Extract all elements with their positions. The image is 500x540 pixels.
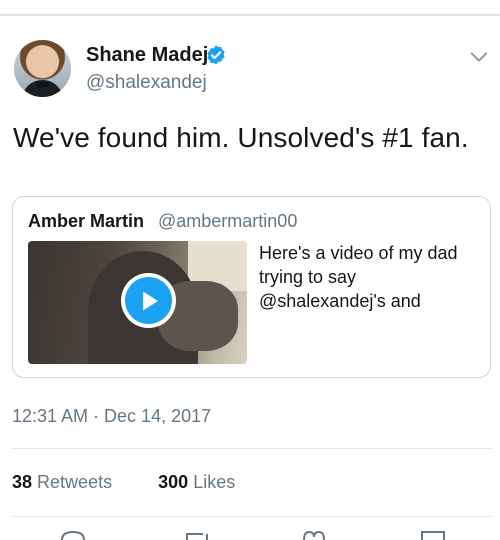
play-button-circle <box>125 277 172 324</box>
chevron-down-icon[interactable] <box>468 46 490 68</box>
divider <box>12 516 492 517</box>
quoted-tweet-text: Here's a video of my dad trying to say @… <box>259 241 485 313</box>
reply-icon[interactable] <box>60 530 86 540</box>
share-icon[interactable] <box>420 530 446 540</box>
likes-stat[interactable]: 300 Likes <box>158 472 235 492</box>
avatar-bowtie <box>36 82 49 87</box>
retweets-stat[interactable]: 38 Retweets <box>12 472 112 492</box>
quoted-text-line: trying to say <box>259 267 357 287</box>
likes-count: 300 <box>158 472 189 492</box>
like-icon[interactable] <box>302 530 326 540</box>
top-divider <box>0 14 500 16</box>
divider <box>12 448 492 449</box>
author-name[interactable]: Shane Madej <box>86 44 208 67</box>
action-bar <box>0 522 500 540</box>
quoted-text-line: Here's a video of my dad <box>259 243 458 263</box>
play-icon <box>142 291 158 310</box>
tweet-stats: 38 Retweets 300 Likes <box>12 472 235 493</box>
likes-label: Likes <box>193 472 236 492</box>
retweets-label: Retweets <box>37 472 113 492</box>
quoted-author-name[interactable]: Amber Martin <box>28 211 144 232</box>
verified-badge-icon <box>207 45 225 65</box>
retweet-icon[interactable] <box>185 530 213 540</box>
author-handle[interactable]: @shalexandej <box>86 72 207 94</box>
tweet-text: We've found him. Unsolved's #1 fan. <box>13 122 469 153</box>
quoted-text-line: @shalexandej's and <box>259 291 421 311</box>
avatar[interactable] <box>14 40 71 97</box>
tweet-timestamp[interactable]: 12:31 AM · Dec 14, 2017 <box>12 406 211 427</box>
retweets-count: 38 <box>12 472 33 492</box>
play-button[interactable] <box>121 273 176 328</box>
quoted-author-handle[interactable]: @ambermartin00 <box>158 211 297 232</box>
video-thumbnail[interactable] <box>28 241 247 364</box>
quoted-tweet-card[interactable]: Amber Martin @ambermartin00 Here's a vid… <box>12 196 491 378</box>
